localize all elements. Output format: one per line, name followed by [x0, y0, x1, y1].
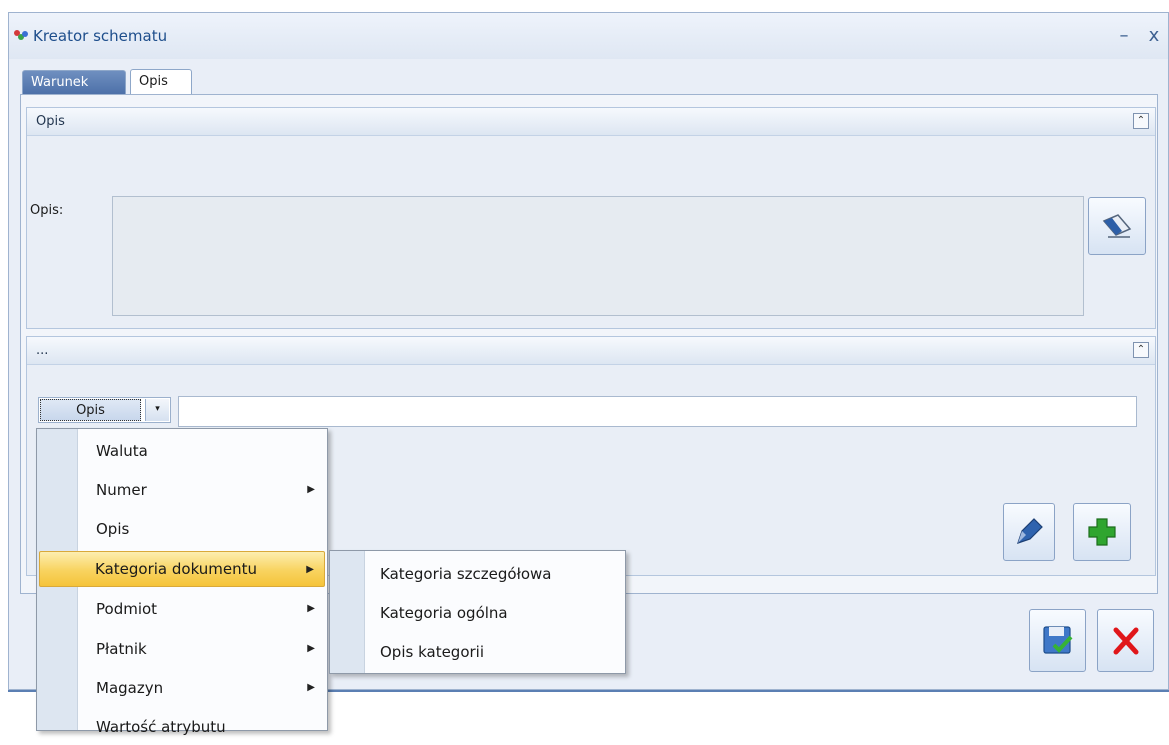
menu-item-label: Numer: [96, 481, 147, 499]
menu-item-magazyn[interactable]: Magazyn ▶: [39, 670, 325, 706]
app-logo-icon: [14, 30, 28, 40]
save-button[interactable]: [1029, 609, 1086, 672]
combo-value[interactable]: Opis: [40, 399, 141, 421]
window-title: Kreator schematu: [33, 27, 168, 45]
submenu-item-kategoria-szczegolowa[interactable]: Kategoria szczegółowa: [332, 556, 623, 592]
menu-item-label: Opis kategorii: [380, 643, 485, 661]
menu-item-label: Magazyn: [96, 679, 164, 697]
group-opis-title: Opis: [36, 114, 65, 129]
submenu-arrow-icon: ▶: [307, 643, 315, 654]
plus-icon: [1088, 518, 1116, 546]
group-more-title: ...: [36, 343, 49, 358]
menu-item-label: Płatnik: [96, 640, 147, 658]
menu-item-label: Kategoria ogólna: [380, 604, 508, 622]
menu-item-numer[interactable]: Numer ▶: [39, 472, 325, 508]
menu-item-label: Waluta: [96, 442, 148, 460]
menu-item-label: Opis: [96, 520, 130, 538]
menu-item-podmiot[interactable]: Podmiot ▶: [39, 591, 325, 627]
menu-item-opis[interactable]: Opis: [39, 511, 325, 547]
add-button[interactable]: [1073, 503, 1131, 561]
cancel-button[interactable]: [1097, 609, 1154, 672]
value-input[interactable]: [178, 396, 1137, 427]
menu-item-wartosc-atrybutu[interactable]: Wartość atrybutu: [39, 709, 325, 745]
close-window-button[interactable]: x: [1144, 25, 1164, 46]
save-icon: [1042, 625, 1072, 654]
cancel-icon: [1113, 627, 1138, 654]
menu-item-label: Kategoria dokumentu: [95, 560, 258, 578]
menu-item-waluta[interactable]: Waluta: [39, 433, 325, 469]
minimize-button[interactable]: –: [1114, 25, 1134, 46]
submenu-item-opis-kategorii[interactable]: Opis kategorii: [332, 634, 623, 670]
edit-description-button[interactable]: [1088, 197, 1146, 255]
group-opis-header: Opis ⌃: [27, 108, 1155, 136]
group-more-header: ... ⌃: [27, 337, 1155, 365]
eraser-icon: [1102, 214, 1132, 238]
kategoria-submenu: Kategoria szczegółowa Kategoria ogólna O…: [329, 550, 626, 674]
submenu-arrow-icon: ▶: [306, 564, 314, 575]
menu-item-label: Podmiot: [96, 600, 158, 618]
group-opis: Opis ⌃ Opis:: [26, 107, 1156, 329]
tab-warunek[interactable]: Warunek: [22, 70, 126, 96]
menu-item-label: Kategoria szczegółowa: [380, 565, 552, 583]
edit-pen-button[interactable]: [1003, 503, 1055, 561]
opis-field-label: Opis:: [30, 203, 64, 218]
collapse-up-icon[interactable]: ⌃: [1133, 342, 1149, 358]
field-select-combo[interactable]: Opis ▾: [38, 397, 171, 423]
title-bar[interactable]: Kreator schematu – x: [9, 13, 1168, 59]
collapse-up-icon[interactable]: ⌃: [1133, 113, 1149, 129]
submenu-arrow-icon: ▶: [307, 484, 315, 495]
pen-icon: [1017, 518, 1043, 544]
menu-item-platnik[interactable]: Płatnik ▶: [39, 631, 325, 667]
submenu-item-kategoria-ogolna[interactable]: Kategoria ogólna: [332, 595, 623, 631]
menu-item-label: Wartość atrybutu: [96, 718, 226, 736]
field-dropdown-menu: Waluta Numer ▶ Opis Kategoria dokumentu …: [36, 428, 328, 736]
submenu-arrow-icon: ▶: [307, 682, 315, 693]
chevron-down-icon[interactable]: ▾: [145, 399, 169, 421]
menu-item-kategoria-dokumentu[interactable]: Kategoria dokumentu ▶: [39, 551, 325, 587]
tab-opis[interactable]: Opis: [130, 69, 192, 97]
submenu-arrow-icon: ▶: [307, 603, 315, 614]
opis-textarea[interactable]: [112, 196, 1084, 316]
